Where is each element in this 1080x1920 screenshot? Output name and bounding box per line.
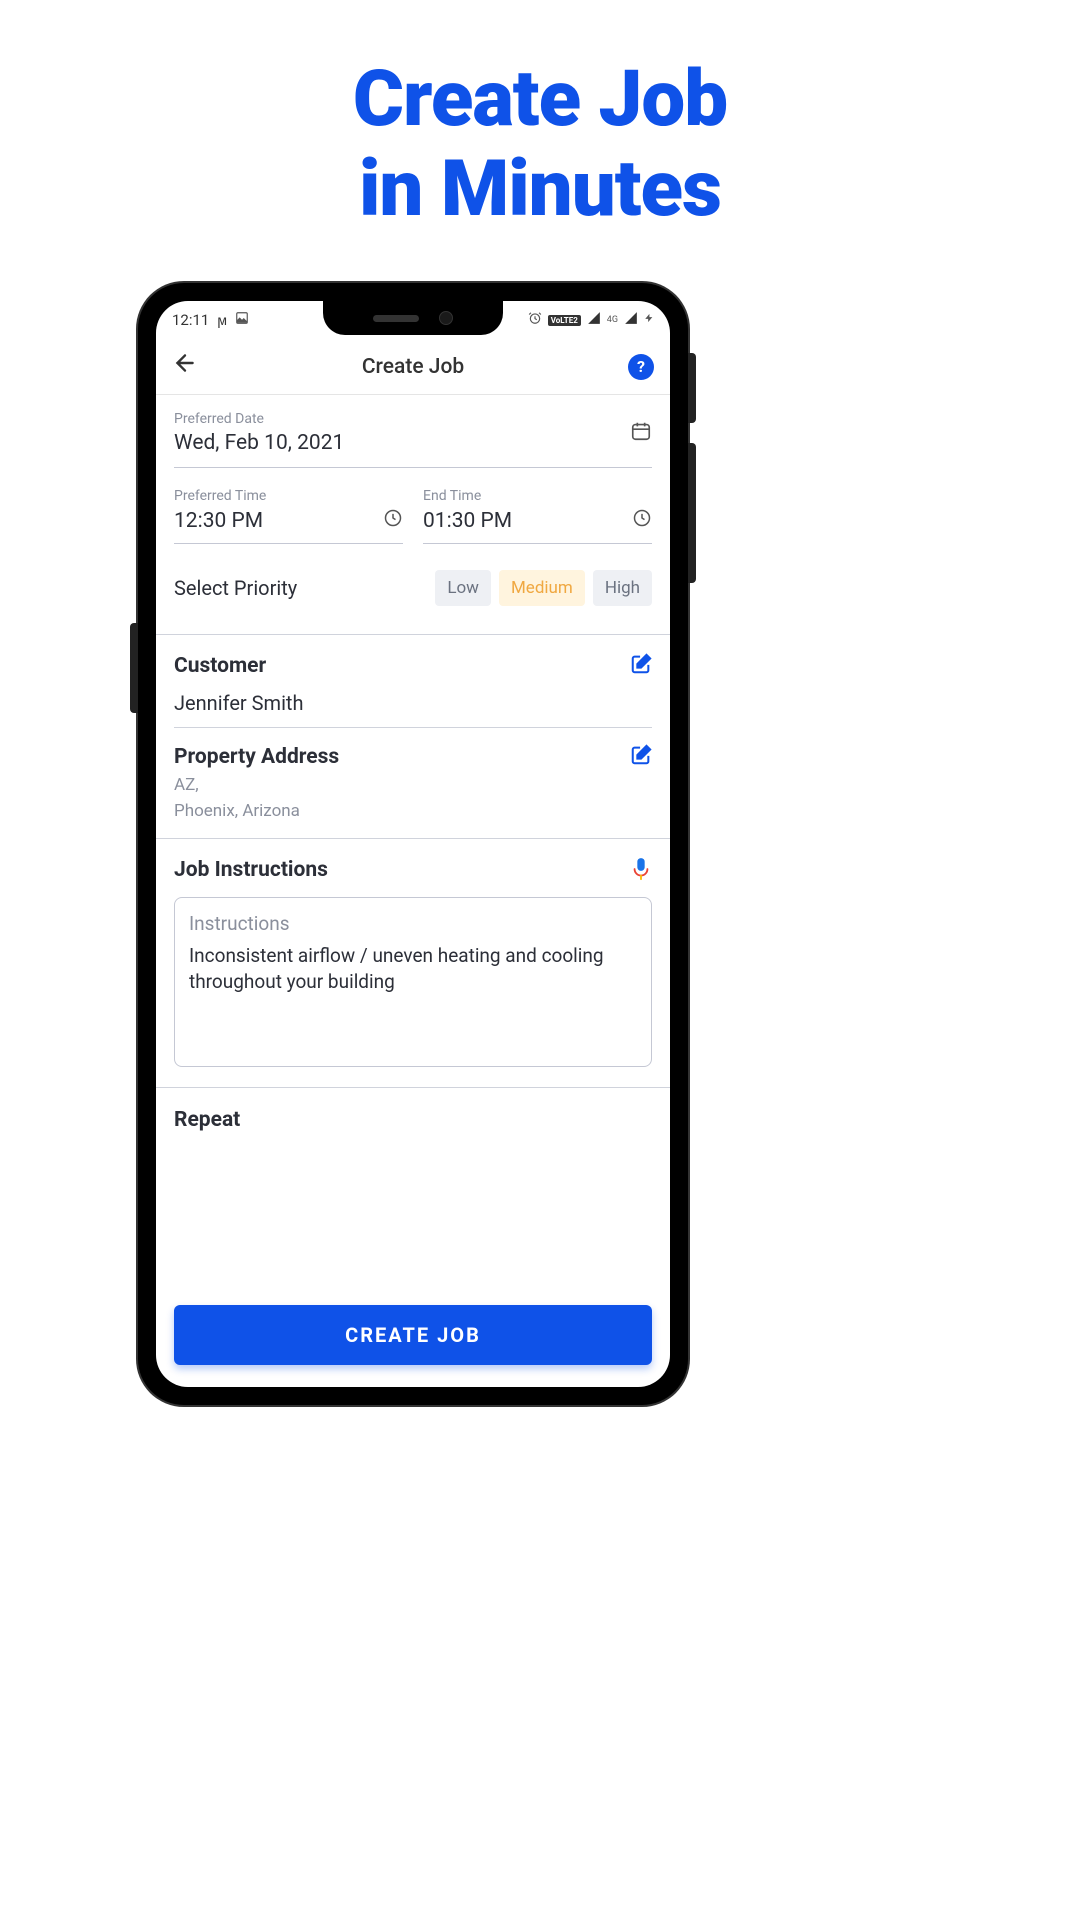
back-arrow-icon[interactable]: [172, 350, 198, 383]
signal2-icon: [624, 311, 638, 329]
charging-icon: [644, 310, 654, 330]
preferred-time-field[interactable]: Preferred Time 12:30 PM: [174, 488, 403, 544]
preferred-time-value: 12:30 PM: [174, 509, 263, 533]
instructions-input[interactable]: Instructions Inconsistent airflow / unev…: [174, 897, 652, 1067]
priority-label: Select Priority: [174, 576, 297, 600]
clock-icon[interactable]: [632, 508, 652, 533]
preferred-time-label: Preferred Time: [174, 488, 403, 504]
signal-icon: [587, 311, 601, 329]
priority-buttons: Low Medium High: [435, 570, 652, 606]
phone-left-button: [130, 623, 138, 713]
form-content: Preferred Date Wed, Feb 10, 2021 Preferr…: [156, 395, 670, 1148]
address-line1: AZ,: [174, 774, 652, 796]
status-time: 12:11: [172, 311, 209, 329]
phone-notch: [323, 301, 503, 335]
end-time-field[interactable]: End Time 01:30 PM: [423, 488, 652, 544]
preferred-date-field[interactable]: Preferred Date Wed, Feb 10, 2021: [174, 411, 652, 468]
end-time-value: 01:30 PM: [423, 509, 512, 533]
preferred-date-value: Wed, Feb 10, 2021: [174, 431, 344, 455]
address-section-title: Property Address: [174, 745, 339, 769]
app-m-icon: ϻ: [217, 312, 227, 329]
phone-side-button: [688, 353, 696, 423]
end-time-label: End Time: [423, 488, 652, 504]
alarm-icon: [528, 311, 542, 329]
speaker-grill: [373, 315, 419, 322]
create-job-button[interactable]: CREATE JOB: [174, 1305, 652, 1365]
priority-high-button[interactable]: High: [593, 570, 652, 606]
customer-section: Customer Jennifer Smith Property Address…: [174, 635, 652, 822]
phone-screen: 12:11 ϻ VoLTE2 4G: [156, 301, 670, 1387]
microphone-icon[interactable]: [630, 857, 652, 883]
priority-medium-button[interactable]: Medium: [499, 570, 585, 606]
clock-icon[interactable]: [383, 508, 403, 533]
page-title: Create Job: [362, 355, 464, 379]
calendar-icon[interactable]: [630, 420, 652, 447]
customer-name: Jennifer Smith: [174, 691, 652, 728]
phone-mockup: 12:11 ϻ VoLTE2 4G: [138, 283, 688, 1405]
address-line2: Phoenix, Arizona: [174, 800, 652, 822]
marketing-headline: Create Job in Minutes: [0, 0, 1080, 234]
front-camera: [439, 311, 453, 325]
instructions-placeholder: Instructions: [189, 912, 637, 935]
repeat-section-title: Repeat: [174, 1108, 652, 1132]
instructions-section: Job Instructions Instructions Inconsiste…: [174, 839, 652, 1067]
customer-section-title: Customer: [174, 654, 266, 678]
instructions-section-title: Job Instructions: [174, 858, 328, 882]
priority-low-button[interactable]: Low: [435, 570, 491, 606]
time-row: Preferred Time 12:30 PM End Time 01:30 P…: [174, 488, 652, 544]
divider: [156, 1087, 670, 1088]
image-icon: [235, 311, 249, 329]
marketing-line1: Create Job: [0, 55, 1080, 145]
priority-row: Select Priority Low Medium High: [174, 570, 652, 606]
address-section: Property Address AZ, Phoenix, Arizona: [174, 744, 652, 822]
status-right: VoLTE2 4G: [528, 310, 654, 330]
help-icon[interactable]: ?: [628, 354, 654, 380]
status-left: 12:11 ϻ: [172, 311, 249, 329]
marketing-line2: in Minutes: [0, 145, 1080, 235]
edit-address-icon[interactable]: [630, 744, 652, 770]
network-label: 4G: [607, 315, 618, 325]
app-header: Create Job ?: [156, 339, 670, 395]
instructions-text: Inconsistent airflow / uneven heating an…: [189, 943, 637, 994]
volte-badge: VoLTE2: [548, 315, 581, 326]
phone-volume-button: [688, 443, 696, 583]
edit-customer-icon[interactable]: [630, 653, 652, 679]
preferred-date-label: Preferred Date: [174, 411, 344, 427]
